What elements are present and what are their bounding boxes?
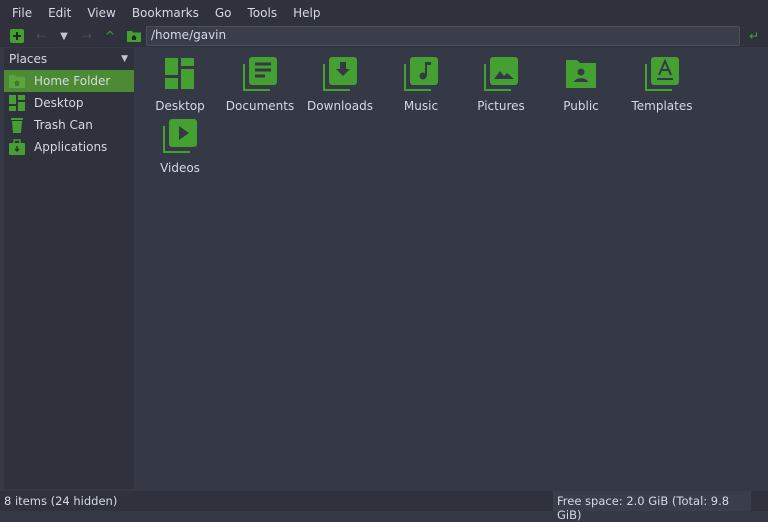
- up-button[interactable]: ^: [102, 28, 118, 44]
- menubar: File Edit View Bookmarks Go Tools Help: [0, 0, 768, 25]
- arrow-right-icon: →: [81, 29, 93, 43]
- triangle-down-icon: ▼: [60, 30, 68, 42]
- menu-edit[interactable]: Edit: [40, 6, 79, 20]
- triangle-down-icon: ▼: [121, 54, 128, 64]
- new-tab-button[interactable]: [9, 28, 25, 44]
- public-folder-icon: [566, 60, 596, 88]
- folder-desktop[interactable]: Desktop: [140, 57, 220, 113]
- folder-music[interactable]: Music: [381, 57, 461, 113]
- sidebar-item-desktop[interactable]: Desktop: [4, 92, 134, 114]
- sidebar-item-trash[interactable]: Trash Can: [4, 114, 134, 136]
- sidebar-item-label: Home Folder: [34, 74, 111, 88]
- file-label: Templates: [631, 99, 693, 113]
- go-button[interactable]: ↵: [746, 28, 762, 44]
- sidebar-item-home[interactable]: Home Folder: [4, 70, 134, 92]
- desktop-folder-icon: [165, 58, 194, 89]
- item-count: 8 items (24 hidden): [4, 494, 118, 508]
- location-input[interactable]: /home/gavin: [146, 26, 740, 46]
- menu-help[interactable]: Help: [285, 6, 328, 20]
- sidebar-item-label: Applications: [34, 140, 108, 154]
- menu-go[interactable]: Go: [207, 6, 240, 20]
- pictures-folder-icon: [484, 57, 518, 91]
- file-label: Public: [563, 99, 599, 113]
- downloads-folder-icon: [323, 57, 357, 91]
- file-label: Pictures: [477, 99, 525, 113]
- folder-downloads[interactable]: Downloads: [300, 57, 380, 113]
- file-label: Downloads: [307, 99, 373, 113]
- status-bar: 8 items (24 hidden) Free space: 2.0 GiB …: [0, 491, 768, 522]
- menu-bookmarks[interactable]: Bookmarks: [124, 6, 207, 20]
- documents-folder-icon: [243, 57, 277, 91]
- sidebar-item-label: Trash Can: [34, 118, 93, 132]
- places-header[interactable]: Places ▼: [4, 48, 134, 70]
- chevron-up-icon: ^: [104, 29, 116, 43]
- free-space: Free space: 2.0 GiB (Total: 9.8 GiB): [553, 491, 751, 522]
- file-label: Videos: [160, 161, 200, 175]
- folder-templates[interactable]: Templates: [622, 57, 702, 113]
- home-folder-icon: [9, 75, 25, 88]
- places-label: Places: [9, 52, 48, 66]
- back-button[interactable]: ←: [33, 28, 49, 44]
- plus-icon: [10, 29, 24, 43]
- file-view: Desktop Documents Downloads Music Pictur…: [143, 48, 768, 489]
- forward-button[interactable]: →: [79, 28, 95, 44]
- home-button[interactable]: [126, 28, 142, 44]
- menu-file[interactable]: File: [4, 6, 40, 20]
- templates-folder-icon: [645, 57, 679, 91]
- applications-icon: [9, 139, 25, 155]
- music-folder-icon: [404, 57, 438, 91]
- desktop-icon: [9, 95, 25, 111]
- sidebar: Places ▼ Home Folder Desktop Trash Can Ap…: [4, 48, 134, 489]
- folder-videos[interactable]: Videos: [140, 119, 220, 175]
- arrow-left-icon: ←: [35, 29, 47, 43]
- folder-public[interactable]: Public: [541, 57, 621, 113]
- file-label: Documents: [225, 99, 295, 113]
- menu-tools[interactable]: Tools: [240, 6, 286, 20]
- folder-documents[interactable]: Documents: [220, 57, 300, 113]
- enter-arrow-icon: ↵: [748, 29, 760, 43]
- history-dropdown-button[interactable]: ▼: [56, 28, 72, 44]
- file-label: Music: [403, 99, 439, 113]
- videos-folder-icon: [163, 119, 197, 153]
- file-label: Desktop: [155, 99, 205, 113]
- menu-view[interactable]: View: [79, 6, 123, 20]
- home-folder-icon: [127, 31, 141, 42]
- folder-pictures[interactable]: Pictures: [461, 57, 541, 113]
- sidebar-item-label: Desktop: [34, 96, 84, 110]
- sidebar-item-applications[interactable]: Applications: [4, 136, 134, 158]
- trash-icon: [11, 118, 23, 133]
